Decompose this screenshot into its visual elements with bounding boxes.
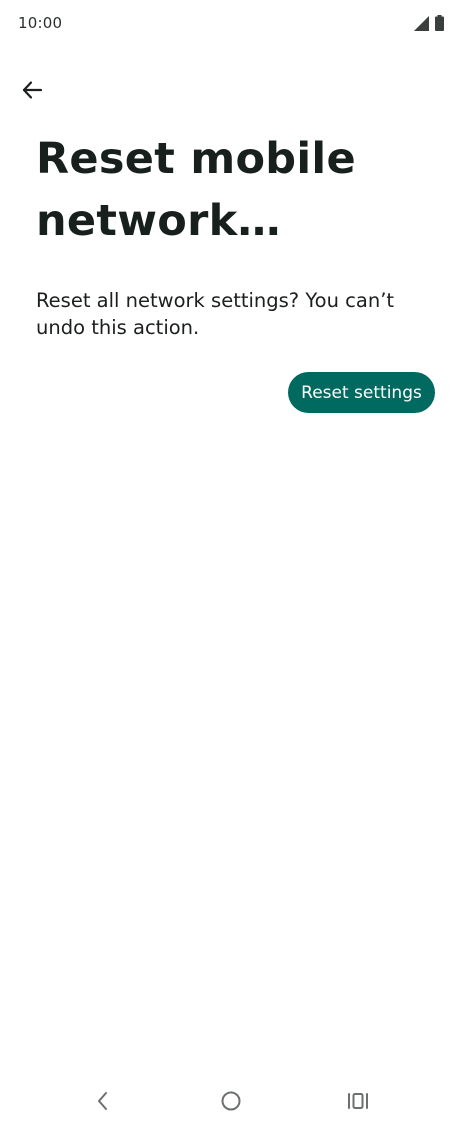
navigation-bar bbox=[0, 1078, 462, 1126]
status-bar: 10:00 bbox=[0, 0, 462, 48]
nav-home-button[interactable] bbox=[216, 1088, 246, 1118]
nav-home-icon bbox=[220, 1090, 242, 1116]
nav-recents-icon bbox=[347, 1091, 369, 1115]
page-title: Reset mobile network settin… bbox=[36, 134, 356, 246]
status-icons bbox=[414, 15, 444, 35]
battery-icon bbox=[435, 15, 444, 35]
nav-back-icon bbox=[95, 1091, 111, 1115]
arrow-back-icon bbox=[21, 79, 43, 105]
reset-description: Reset all network settings? You can’t un… bbox=[36, 289, 395, 339]
back-button[interactable] bbox=[14, 74, 50, 110]
nav-back-button[interactable] bbox=[88, 1088, 118, 1118]
nav-recents-button[interactable] bbox=[343, 1088, 373, 1118]
cellular-signal-icon bbox=[414, 15, 429, 35]
status-time: 10:00 bbox=[18, 14, 63, 32]
reset-settings-button[interactable]: Reset settings bbox=[288, 372, 435, 413]
